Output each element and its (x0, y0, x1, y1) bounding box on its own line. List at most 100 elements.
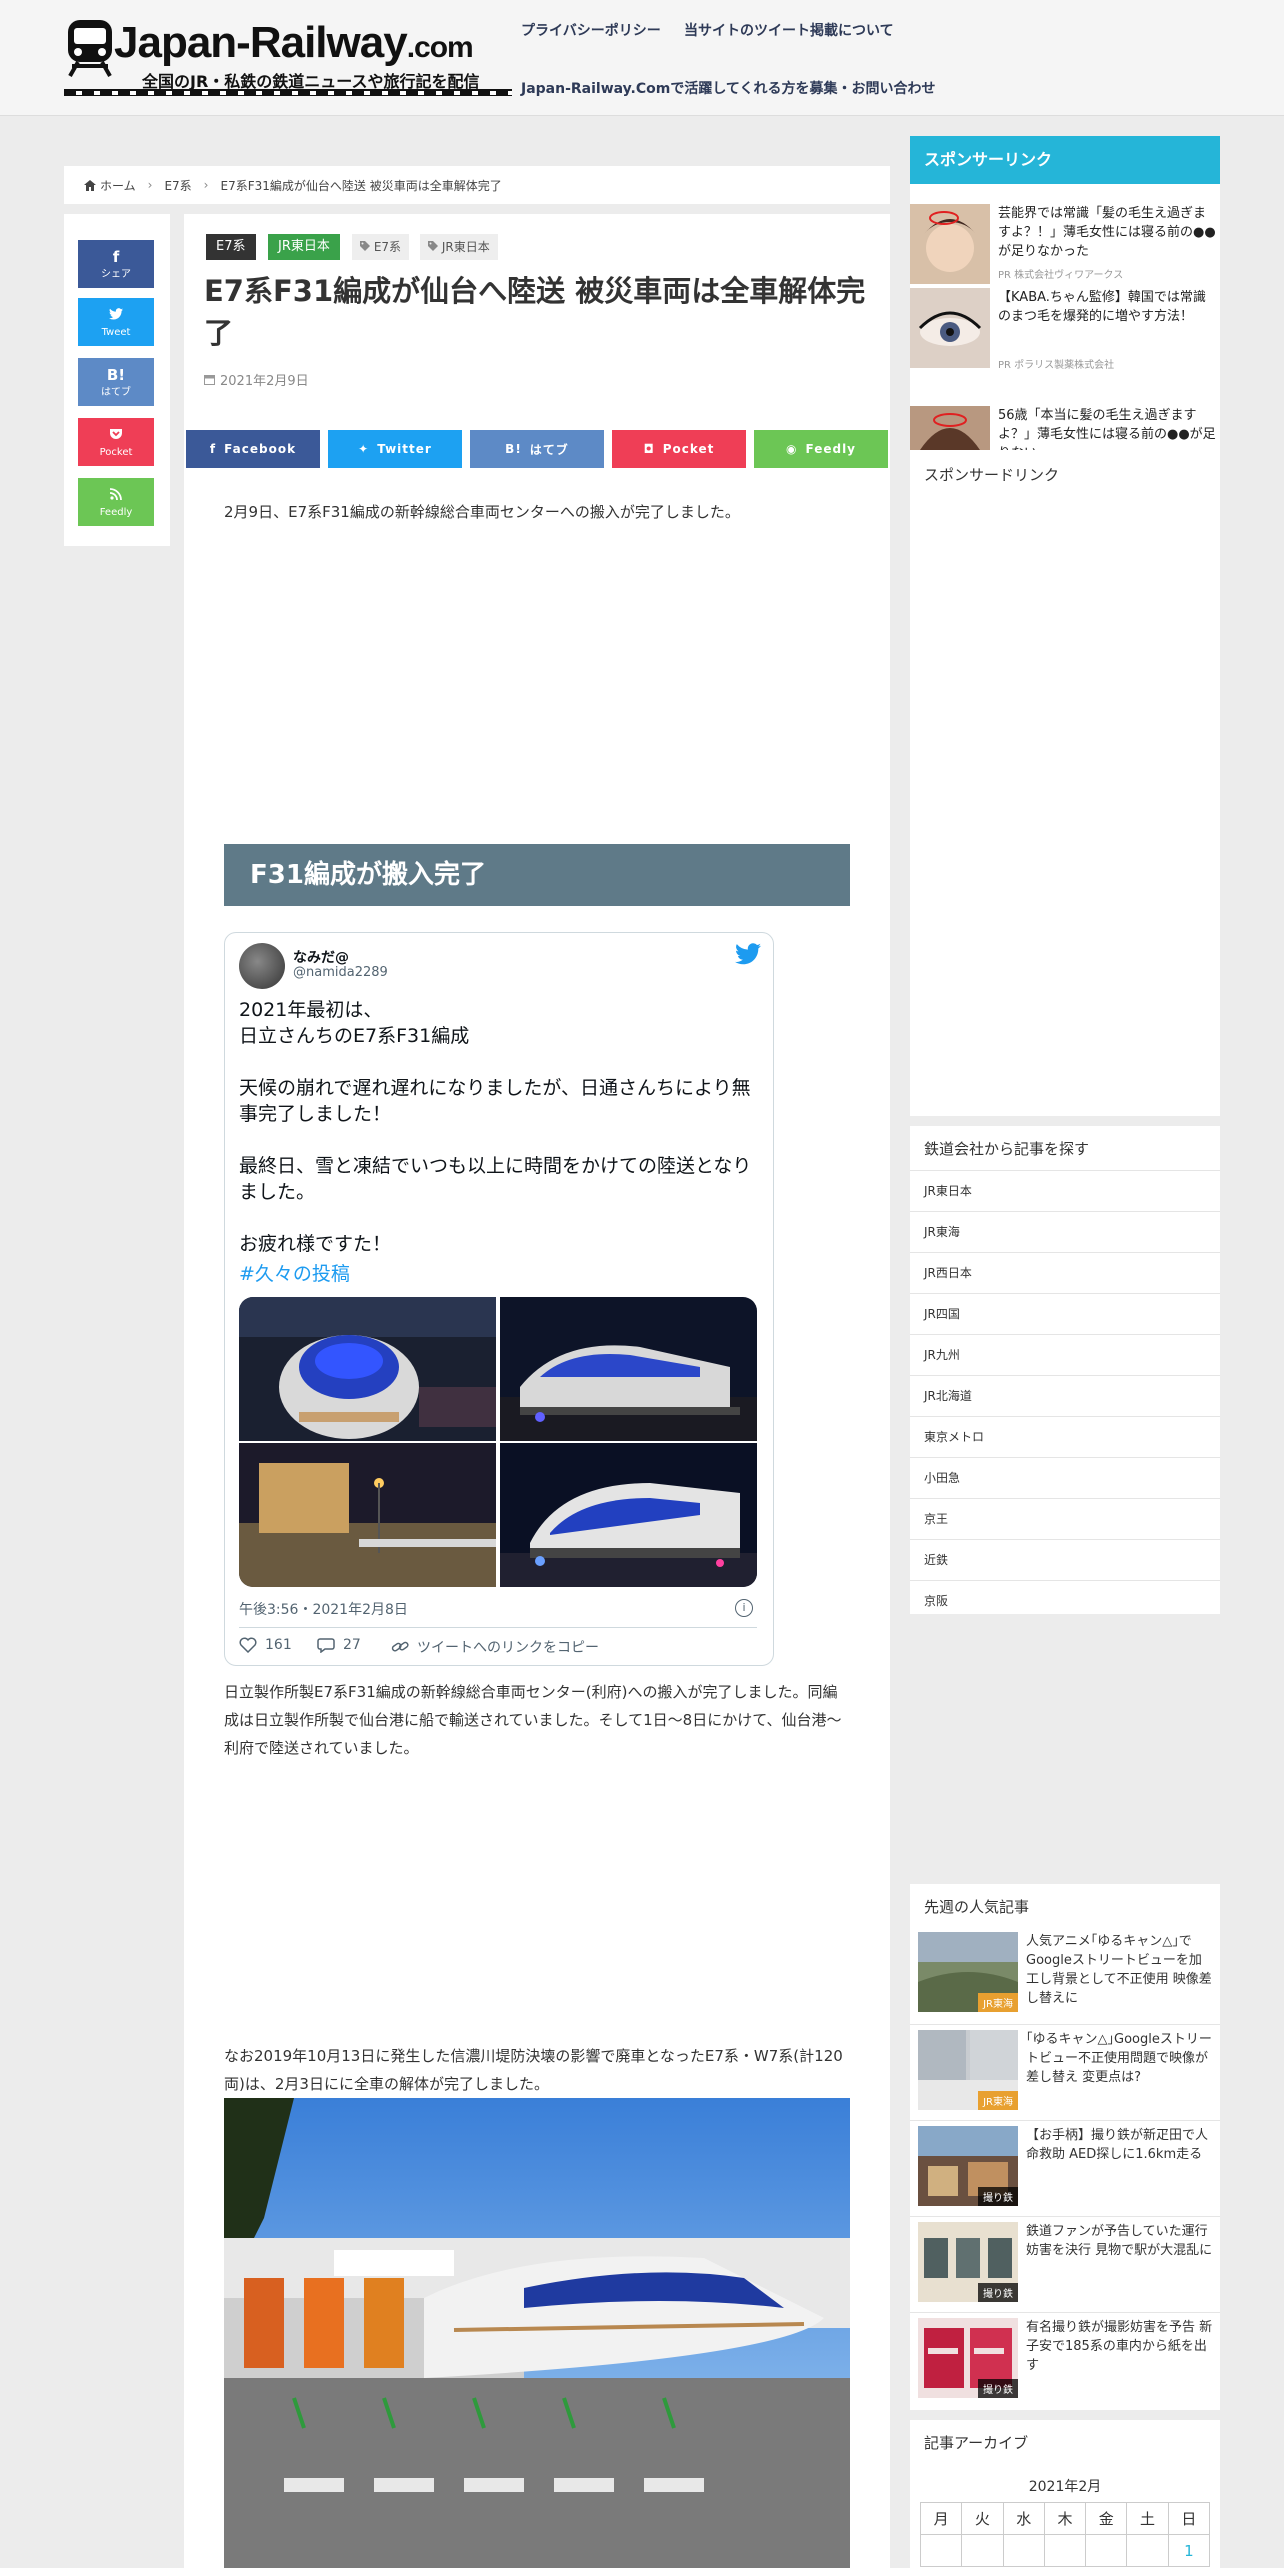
widget-title: 鉄道会社から記事を探す (924, 1140, 1090, 1158)
popular-post-thumbnail: 撮り鉄 (918, 2318, 1018, 2398)
popular-post-thumbnail: JR東海 (918, 2030, 1018, 2110)
sponsor-thumbnail (910, 288, 990, 368)
tweet-photo[interactable] (500, 1297, 757, 1441)
calendar-weekday: 金 (1085, 2502, 1128, 2535)
railway-link[interactable]: JR四国 (910, 1293, 1220, 1334)
sns-feedly-button[interactable]: ◉ Feedly (754, 430, 888, 468)
railway-link[interactable]: JR東日本 (910, 1170, 1220, 1211)
logo-rail-stripe (64, 89, 512, 96)
popular-post[interactable]: 撮り鉄 有名撮り鉄が撮影妨害を予告 新子安で185系の車内から紙を出す (918, 2318, 1212, 2402)
share-pocket-button[interactable]: Pocket (78, 418, 154, 466)
category-badge: JR東海 (978, 2091, 1018, 2110)
pocket-icon (78, 427, 154, 444)
divider (239, 1627, 757, 1628)
sponsor-pr-label: PR ポラリス製薬株式会社 (998, 360, 1115, 371)
tweet-timestamp[interactable]: 午後3:56・2021年2月8日 (239, 1599, 408, 1619)
tweet-photo[interactable] (500, 1443, 757, 1587)
railway-link[interactable]: 近鉄 (910, 1539, 1220, 1580)
tweet-author-handle[interactable]: @namida2289 (293, 965, 388, 980)
tweet-photo[interactable] (239, 1443, 496, 1587)
popular-post-thumbnail: 撮り鉄 (918, 2222, 1018, 2302)
post-date: 2021年2月9日 (204, 370, 309, 389)
calendar-caption: 2021年2月 (1028, 2479, 1102, 2495)
info-icon[interactable]: i (735, 1599, 753, 1617)
site-header: Japan-Railway.com 全国のJR・私鉄の鉄道ニュースや旅行記を配信… (0, 0, 1284, 116)
sponsored-link-label: スポンサードリンク (924, 466, 1060, 484)
tweet-photo[interactable] (239, 1297, 496, 1441)
railway-link[interactable]: 東京メトロ (910, 1416, 1220, 1457)
share-hatena-button[interactable]: B! はてブ (78, 358, 154, 406)
train-logo-icon (68, 20, 112, 77)
tweet-photo-grid[interactable] (239, 1297, 757, 1587)
popular-post-title: 有名撮り鉄が撮影妨害を予告 新子安で185系の車内から紙を出す (1026, 2320, 1213, 2373)
reply-icon (317, 1638, 335, 1653)
nav-privacy-policy[interactable]: プライバシーポリシー (521, 20, 661, 40)
article-intro: 2月9日、E7系F31編成の新幹線総合車両センターへの搬入が完了しました。 (224, 503, 740, 521)
popular-post[interactable]: JR東海 人気アニメ｢ゆるキャン△｣でGoogleストリートビューを加工し背景と… (918, 1932, 1212, 2016)
railway-link[interactable]: JR九州 (910, 1334, 1220, 1375)
sponsor-item[interactable]: 【KABA.ちゃん監修】韓国では常識のまつ毛を爆発的に増やす方法！ PR ポラリ… (910, 288, 1220, 384)
popular-post[interactable]: 撮り鉄 【お手柄】撮り鉄が新疋田で人命救助 AED探しに1.6km走る (918, 2126, 1212, 2210)
tag-icon (428, 241, 438, 251)
calendar-day (919, 2534, 963, 2567)
post-tag[interactable]: E7系 (352, 234, 410, 260)
sponsor-item[interactable]: 芸能界では常識「髪の毛生え過ぎますよ？！」薄毛女性には寝る前の●●が足りなかった… (910, 204, 1220, 300)
category-badge[interactable]: E7系 (206, 234, 256, 260)
breadcrumb-current: E7系F31編成が仙台へ陸送 被災車両は全車解体完了 (220, 178, 502, 193)
calendar-day-link[interactable]: 1 (1167, 2534, 1211, 2567)
article-paragraph: 日立製作所製E7系F31編成の新幹線総合車両センター(利府)への搬入が完了しまし… (224, 1683, 842, 1757)
sponsor-text: 56歳「本当に髪の毛生え過ぎますよ？」薄毛女性には寝る前の●●が足りない (998, 408, 1216, 450)
tweet-hashtag[interactable]: #久々の投稿 (239, 1259, 350, 1286)
ad-slot (224, 544, 850, 824)
popular-posts-widget: 先週の人気記事 JR東海 人気アニメ｢ゆるキャン△｣でGoogleストリートビュ… (910, 1884, 1220, 2410)
calendar-weekday: 木 (1043, 2502, 1087, 2535)
popular-post[interactable]: JR東海 ｢ゆるキャン△｣Googleストリートビュー不正使用問題で映像が差し替… (918, 2030, 1212, 2114)
embedded-tweet[interactable]: なみだ@ @namida2289 2021年最初は、 日立さんちのE7系F31編… (224, 932, 774, 1666)
share-twitter-button[interactable]: Tweet (78, 298, 154, 346)
twitter-bird-icon[interactable] (735, 943, 761, 965)
article-card: E7系 JR東日本 E7系 JR東日本 E7系F31編成が仙台へ陸送 被災車両は… (184, 214, 890, 2568)
tweet-copy-link-button[interactable]: ツイートへのリンクをコピー (391, 1637, 599, 1657)
avatar[interactable] (239, 943, 285, 989)
divider (910, 2216, 1220, 2217)
breadcrumb-separator: › (147, 178, 153, 192)
sponsor-item[interactable]: 56歳「本当に髪の毛生え過ぎますよ？」薄毛女性には寝る前の●●が足りない (910, 406, 1220, 450)
popular-post[interactable]: 撮り鉄 鉄道ファンが予告していた運行妨害を決行 見物で駅が大混乱に (918, 2222, 1212, 2306)
ad-slot (224, 1774, 850, 2044)
railway-link[interactable]: 小田急 (910, 1457, 1220, 1498)
tweet-reply-button[interactable]: 27 (317, 1637, 361, 1653)
share-feedly-button[interactable]: Feedly (78, 478, 154, 526)
archive-widget: 記事アーカイブ 2021年2月 月 火 水 木 金 土 日 1 (910, 2420, 1220, 2568)
popular-post-title: 鉄道ファンが予告していた運行妨害を決行 見物で駅が大混乱に (1026, 2224, 1213, 2258)
sns-hatena-button[interactable]: B! はてブ (470, 430, 604, 468)
nav-recruit-contact[interactable]: Japan-Railway.Comで活躍してくれる方を募集・お問い合わせ (521, 78, 935, 98)
category-badge[interactable]: JR東日本 (268, 234, 340, 260)
widget-title: 記事アーカイブ (924, 2434, 1029, 2452)
tweet-author-name[interactable]: なみだ@ (293, 947, 349, 967)
breadcrumb-home[interactable]: ホーム (84, 177, 136, 194)
railway-link[interactable]: 京阪 (910, 1580, 1220, 1621)
railway-link[interactable]: 京王 (910, 1498, 1220, 1539)
railway-link[interactable]: JR東海 (910, 1211, 1220, 1252)
tweet-like-button[interactable]: 161 (239, 1637, 292, 1653)
article-paragraph: なお2019年10月13日に発生した信濃川堤防決壊の影響で廃車となったE7系・W… (224, 2047, 843, 2093)
nav-tweet-policy[interactable]: 当サイトのツイート掲載について (684, 20, 894, 40)
sns-pocket-button[interactable]: ◘ Pocket (612, 430, 746, 468)
category-badge: 撮り鉄 (978, 2379, 1018, 2398)
sponsor-thumbnail (910, 406, 990, 450)
railway-link[interactable]: JR北海道 (910, 1375, 1220, 1416)
widget-title: 先週の人気記事 (924, 1898, 1030, 1916)
breadcrumb-separator: › (203, 178, 209, 192)
post-tag[interactable]: JR東日本 (420, 234, 498, 260)
railway-link[interactable]: JR西日本 (910, 1252, 1220, 1293)
section-heading: F31編成が搬入完了 (224, 844, 850, 906)
breadcrumb-category[interactable]: E7系 (164, 177, 191, 194)
calendar-weekday: 火 (961, 2502, 1004, 2535)
popular-post-title: 【お手柄】撮り鉄が新疋田で人命救助 AED探しに1.6km走る (1026, 2128, 1209, 2162)
sponsor-pr-label: PR 株式会社ヴィワアークス (998, 270, 1124, 281)
sns-facebook-button[interactable]: f Facebook (186, 430, 320, 468)
sns-twitter-button[interactable]: ✦ Twitter (328, 430, 462, 468)
tag-icon (360, 241, 370, 251)
share-facebook-button[interactable]: f シェア (78, 240, 154, 288)
site-logo[interactable]: Japan-Railway.com 全国のJR・私鉄の鉄道ニュースや旅行記を配信 (64, 18, 512, 96)
